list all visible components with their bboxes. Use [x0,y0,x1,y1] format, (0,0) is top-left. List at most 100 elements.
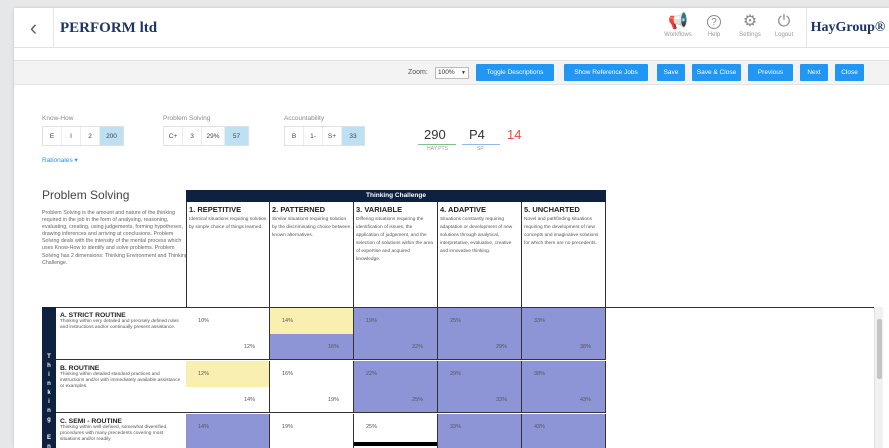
workflows-button[interactable]: 📢 Workflows [660,12,696,44]
cell-value: 16% [327,344,339,350]
matrix-cell[interactable]: 22% [354,334,438,360]
know-how-selector: E I 2 200 [42,126,124,146]
section-description: Problem Solving is the amount and nature… [42,210,188,266]
app-frame: ‹ PERFORM ltd 📢 Workflows ? Help ⚙ Setti… [14,8,889,448]
logout-label: Logout [774,32,794,38]
accountability-option[interactable]: B [285,127,304,145]
column-title: 3. VARIABLE [356,205,403,214]
problem-solving-option[interactable]: 29% [202,127,225,145]
matrix-cell[interactable]: 19% [270,387,354,413]
toggle-descriptions-button[interactable]: Toggle Descriptions [476,64,554,81]
column-header-repetitive[interactable]: 1. REPETITIVE Identical situations requi… [186,202,270,307]
cell-value: 25% [366,424,378,430]
settings-label: Settings [739,32,761,38]
cell-value: 33% [534,318,546,324]
toolbar: Zoom: 100% ▼ Toggle Descriptions Show Re… [14,60,889,85]
section-title: Problem Solving [42,188,130,202]
column-title: 1. REPETITIVE [189,205,242,214]
matrix-cell[interactable]: 25% [354,414,438,448]
accountability-option-selected[interactable]: 33 [342,127,364,145]
know-how-option[interactable]: E [43,127,62,145]
matrix-cell[interactable]: 25% [438,308,522,334]
zoom-select[interactable]: 100% ▼ [435,67,469,79]
matrix-cell[interactable]: 38% [522,334,606,360]
caret-down-icon: ▼ [461,70,466,76]
cell-value: 22% [411,344,423,350]
hay-points-underline [418,144,456,145]
close-button[interactable]: Close [835,64,864,81]
column-header-uncharted[interactable]: 5. UNCHARTED Novel and pathfinding situa… [522,202,606,307]
column-title: 5. UNCHARTED [524,205,580,214]
app-header: ‹ PERFORM ltd 📢 Workflows ? Help ⚙ Setti… [14,8,889,48]
matrix-cell[interactable]: 12% [186,334,270,360]
gear-icon: ⚙ [742,13,758,30]
matrix-cell[interactable]: 43% [522,387,606,413]
cell-value: 43% [534,424,546,430]
page-title: PERFORM ltd [60,20,158,36]
row-header-routine[interactable]: B. ROUTINE Thinking within detailed stan… [56,361,187,413]
chevron-left-icon[interactable]: ‹ [14,8,54,48]
matrix-cell[interactable]: 16% [270,361,354,387]
grade-value: P4 [469,127,485,142]
column-header-adaptive[interactable]: 4. ADAPTIVE Situations constantly requir… [438,202,522,307]
problem-solving-option[interactable]: 3 [183,127,202,145]
matrix-cell[interactable]: 33% [438,414,522,448]
matrix-cell[interactable]: 33% [522,308,606,334]
column-description: Similar situations requiring solution by… [272,217,351,238]
matrix-cell[interactable]: 10% [186,308,270,334]
cell-value: 33% [495,397,507,403]
matrix-cell[interactable]: 29% [438,361,522,387]
zoom-label: Zoom: [408,69,428,76]
column-title: 2. PATTERNED [272,205,326,214]
column-description: Identical situations requiring solution … [189,217,267,230]
accountability-option[interactable]: S+ [323,127,342,145]
vertical-scrollbar[interactable] [874,307,883,448]
problem-solving-label: Problem Solving [163,115,211,122]
rationales-dropdown[interactable]: Rationales ▾ [42,156,78,164]
matrix-cell[interactable]: 33% [438,387,522,413]
save-button[interactable]: Save [657,64,685,81]
matrix-cell[interactable]: 14% [186,414,270,448]
row-header-strict-routine[interactable]: A. STRICT ROUTINE Thinking within very d… [56,308,187,360]
grade-label: SP [477,146,484,152]
help-button[interactable]: ? Help [696,12,732,44]
cell-value: 14% [198,424,210,430]
problem-solving-option-selected[interactable]: 57 [225,127,248,145]
cell-value: 33% [450,424,462,430]
problem-solving-option[interactable]: C+ [164,127,183,145]
cell-value: 29% [450,371,462,377]
matrix-cell[interactable]: 19% [354,308,438,334]
logout-button[interactable]: ⏻ Logout [766,12,802,44]
column-header-variable[interactable]: 3. VARIABLE Differing situations requiri… [354,202,438,307]
matrix-cell[interactable]: 43% [522,414,606,448]
know-how-option-selected[interactable]: 200 [100,127,123,145]
thinking-environment-label: Thinking En [42,307,56,448]
matrix-cell[interactable]: 38% [522,361,606,387]
matrix-cell[interactable]: 22% [354,361,438,387]
know-how-option[interactable]: I [62,127,81,145]
matrix-cell[interactable]: 25% [354,387,438,413]
row-header-semi-routine[interactable]: C. SEMI - ROUTINE Thinking within well-d… [56,414,187,448]
matrix-cell[interactable]: 29% [438,334,522,360]
matrix-cell[interactable]: 16% [270,334,354,360]
accountability-label: Accountability [284,115,325,122]
column-header-patterned[interactable]: 2. PATTERNED Similar situations requirin… [270,202,354,307]
settings-button[interactable]: ⚙ Settings [732,12,768,44]
scrollbar-thumb[interactable] [877,319,882,379]
know-how-option[interactable]: 2 [81,127,100,145]
cell-value: 29% [495,344,507,350]
row-title: A. STRICT ROUTINE [60,312,126,319]
matrix-cell[interactable]: 14% [186,387,270,413]
megaphone-icon: 📢 [668,13,688,30]
next-button[interactable]: Next [800,64,828,81]
show-reference-jobs-button[interactable]: Show Reference Jobs [564,64,648,81]
matrix-cell-highlight[interactable]: 14% [270,308,354,334]
matrix-cell[interactable]: 19% [270,414,354,448]
cell-value: 38% [534,371,546,377]
accountability-option[interactable]: 1- [304,127,323,145]
matrix-cell-highlight[interactable]: 12% [186,361,270,387]
previous-button[interactable]: Previous [748,64,793,81]
row-description: Thinking within very detailed and precis… [60,319,179,330]
save-close-button[interactable]: Save & Close [692,64,741,81]
cell-value: 16% [282,371,294,377]
